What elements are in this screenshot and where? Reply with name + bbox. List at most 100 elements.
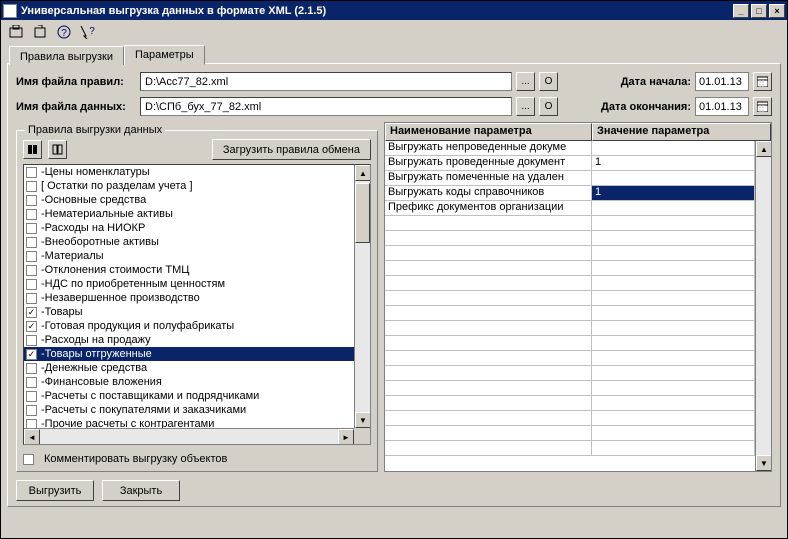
params-row[interactable] [385,276,755,291]
scroll-left-icon[interactable]: ◄ [24,429,40,445]
rules-vscrollbar[interactable]: ▲ ▼ [354,165,370,428]
params-row[interactable] [385,411,755,426]
rules-list-item[interactable]: [ Остатки по разделам учета ] [24,179,354,193]
rules-file-clear-button[interactable]: O [539,72,558,91]
checkbox-icon[interactable] [26,405,37,416]
tab-parameters[interactable]: Параметры [124,45,205,65]
params-row[interactable] [385,426,755,441]
params-row[interactable]: Выгружать коды справочников1 [385,186,755,201]
params-row[interactable]: Выгружать помеченные на удален [385,171,755,186]
tab-export-rules[interactable]: Правила выгрузки [9,46,124,65]
params-row[interactable]: Выгружать непроведенные докуме [385,141,755,156]
rules-file-input[interactable] [140,72,512,91]
close-button[interactable]: Закрыть [102,480,180,501]
checkbox-icon[interactable] [26,363,37,374]
params-row[interactable] [385,216,755,231]
date-end-calendar-button[interactable] [753,97,772,116]
date-start-calendar-button[interactable] [753,72,772,91]
scroll-down-icon[interactable]: ▼ [355,412,371,428]
params-row[interactable] [385,336,755,351]
params-row[interactable]: Префикс документов организации [385,201,755,216]
rules-list-item[interactable]: -Материалы [24,249,354,263]
params-col-value[interactable]: Значение параметра [592,123,771,141]
checkbox-icon[interactable] [26,209,37,220]
checkbox-icon[interactable] [26,279,37,290]
comment-export-checkbox[interactable]: Комментировать выгрузку объектов [23,453,371,465]
params-row[interactable] [385,261,755,276]
rules-list-item[interactable]: -Нематериальные активы [24,207,354,221]
rules-list-item[interactable]: -Расчеты с покупателями и заказчиками [24,403,354,417]
maximize-button[interactable]: □ [751,4,767,18]
tool-icon-1[interactable] [7,23,25,41]
rules-list-item[interactable]: -Финансовые вложения [24,375,354,389]
rules-file-browse-button[interactable]: ... [516,72,535,91]
checkbox-icon[interactable] [26,377,37,388]
params-row[interactable]: Выгружать проведенные документ1 [385,156,755,171]
whats-this-icon[interactable]: ? [79,23,97,41]
params-row[interactable] [385,441,755,456]
scroll-up-icon[interactable]: ▲ [355,165,371,181]
tool-icon-2[interactable] [31,23,49,41]
rules-list-item[interactable]: -Незавершенное производство [24,291,354,305]
params-vscrollbar[interactable]: ▲ ▼ [755,141,771,471]
close-window-button[interactable]: × [769,4,785,18]
rules-list-item[interactable]: ✓-Готовая продукция и полуфабрикаты [24,319,354,333]
checkbox-icon[interactable] [26,419,37,429]
data-file-input[interactable] [140,97,512,116]
rules-list-item[interactable]: -Расходы на продажу [24,333,354,347]
checkbox-icon[interactable]: ✓ [26,321,37,332]
checkbox-icon[interactable] [26,391,37,402]
params-row[interactable] [385,366,755,381]
help-icon[interactable]: ? [55,23,73,41]
params-row[interactable] [385,396,755,411]
scroll-down-icon[interactable]: ▼ [756,455,772,471]
checkbox-icon[interactable] [26,181,37,192]
uncheck-all-button[interactable] [48,140,67,159]
rules-list-item[interactable]: ✓-Товары отгруженные [24,347,354,361]
rules-item-label: -Незавершенное производство [41,292,200,304]
checkbox-icon[interactable] [26,195,37,206]
data-file-browse-button[interactable]: ... [516,97,535,116]
params-row[interactable] [385,291,755,306]
rules-list-item[interactable]: -Внеоборотные активы [24,235,354,249]
data-file-clear-button[interactable]: O [539,97,558,116]
params-row[interactable] [385,246,755,261]
params-row[interactable] [385,381,755,396]
scroll-up-icon[interactable]: ▲ [756,141,772,157]
checkbox-icon[interactable] [26,223,37,234]
date-end-input[interactable] [695,97,749,116]
param-name-cell [385,321,592,335]
checkbox-icon[interactable] [26,237,37,248]
params-row[interactable] [385,306,755,321]
checkbox-icon[interactable]: ✓ [26,307,37,318]
load-rules-button[interactable]: Загрузить правила обмена [212,139,371,160]
rules-list-item[interactable]: ✓-Товары [24,305,354,319]
checkbox-icon[interactable] [26,335,37,346]
params-grid[interactable]: Наименование параметра Значение параметр… [384,122,772,472]
rules-list-item[interactable]: -Отклонения стоимости ТМЦ [24,263,354,277]
rules-listbox[interactable]: -Цены номенклатуры[ Остатки по разделам … [23,164,371,445]
checkbox-icon[interactable] [26,265,37,276]
rules-list-item[interactable]: -НДС по приобретенным ценностям [24,277,354,291]
checkbox-icon[interactable]: ✓ [26,349,37,360]
rules-list-item[interactable]: -Расходы на НИОКР [24,221,354,235]
export-button[interactable]: Выгрузить [16,480,94,501]
date-start-input[interactable] [695,72,749,91]
rules-hscrollbar[interactable]: ◄ ► [24,428,354,444]
checkbox-icon[interactable] [26,167,37,178]
params-row[interactable] [385,321,755,336]
check-all-button[interactable] [23,140,42,159]
rules-list-item[interactable]: -Основные средства [24,193,354,207]
rules-list-item[interactable]: -Цены номенклатуры [24,165,354,179]
scroll-right-icon[interactable]: ► [338,429,354,445]
rules-list-item[interactable]: -Денежные средства [24,361,354,375]
params-col-name[interactable]: Наименование параметра [385,123,592,141]
rules-list-item[interactable]: -Прочие расчеты с контрагентами [24,417,354,428]
checkbox-icon[interactable] [26,293,37,304]
checkbox-icon[interactable] [26,251,37,262]
rules-list-item[interactable]: -Расчеты с поставщиками и подрядчиками [24,389,354,403]
minimize-button[interactable]: _ [733,4,749,18]
param-value-cell [592,306,755,320]
params-row[interactable] [385,231,755,246]
params-row[interactable] [385,351,755,366]
